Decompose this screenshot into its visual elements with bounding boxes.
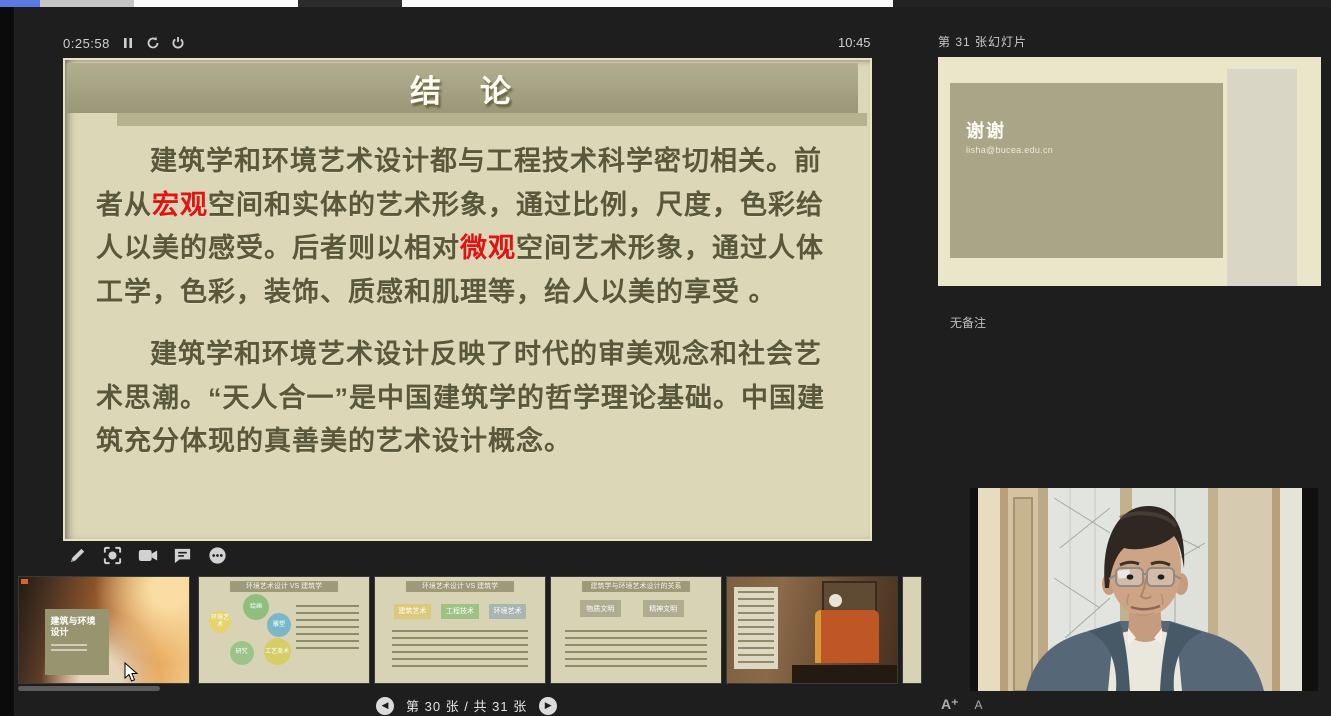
thumbnail-title: 环境艺术设计 VS 建筑学 bbox=[406, 581, 515, 592]
elapsed-timer: 0:25:58 bbox=[63, 36, 110, 51]
power-icon[interactable] bbox=[171, 36, 185, 50]
thumbnail-slide-cover[interactable]: 建筑与环境 设计 bbox=[18, 576, 190, 684]
browser-tab-strip-segment bbox=[893, 0, 1331, 7]
next-slide-preview[interactable]: 谢谢 lisha@bucea.edu.cn bbox=[938, 57, 1321, 286]
diagram-circle: 环境艺术 bbox=[209, 611, 231, 633]
concept-box: 环境艺术 bbox=[489, 604, 526, 620]
quote-text-box bbox=[734, 587, 778, 670]
concept-box: 精神文明 bbox=[643, 600, 684, 617]
notes-font-controls: A⁺ A bbox=[941, 696, 983, 713]
browser-tab-strip-segment bbox=[134, 0, 298, 7]
app-window: 0:25:58 10:45 结 论 建筑学和环境艺术设计都与工程技术科学密切相关… bbox=[0, 0, 1331, 716]
concept-box: 物质文明 bbox=[580, 600, 621, 617]
webcam-frame bbox=[970, 488, 1318, 691]
cover-title-line: 建筑与环境 bbox=[51, 616, 104, 627]
font-smaller-button[interactable]: A bbox=[975, 698, 983, 712]
diagram-circle: 雕塑 bbox=[267, 613, 291, 637]
font-larger-button[interactable]: A⁺ bbox=[941, 696, 959, 713]
browser-tab-strip-segment bbox=[0, 0, 40, 7]
camera-icon[interactable] bbox=[136, 544, 159, 567]
concept-box: 工程技术 bbox=[441, 604, 478, 620]
thumbnail-slide-partial[interactable] bbox=[902, 576, 922, 684]
slide-title: 结 论 bbox=[410, 66, 515, 111]
refresh-icon[interactable] bbox=[146, 36, 160, 50]
next-slide-panel-title: 第 31 张幻灯片 bbox=[938, 33, 1027, 50]
preview-heading: 谢谢 bbox=[966, 117, 1006, 143]
placeholder-text-lines bbox=[738, 591, 773, 664]
presenter-timer-bar: 0:25:58 bbox=[63, 34, 185, 52]
slide-paragraph-1: 建筑学和环境艺术设计都与工程技术科学密切相关。前者从宏观空间和实体的艺术形象，通… bbox=[96, 140, 841, 314]
preview-olive-block bbox=[950, 83, 1223, 258]
thumbnail-slide-three-boxes[interactable]: 环境艺术设计 VS 建筑学 建筑艺术 工程技术 环境艺术 bbox=[374, 576, 546, 684]
preview-right-strip bbox=[1227, 69, 1297, 286]
annotation-toolbar bbox=[66, 544, 229, 567]
browser-tab-strip-segment bbox=[402, 0, 893, 7]
browser-tab-strip bbox=[0, 0, 1331, 7]
concept-box: 建筑艺术 bbox=[394, 604, 431, 620]
slide-title-banner: 结 论 bbox=[67, 63, 858, 113]
browser-tab-strip-segment bbox=[298, 0, 402, 7]
photo-person-head bbox=[829, 594, 842, 607]
photo-desk bbox=[792, 665, 897, 683]
thumbnail-title: 建筑学与环境艺术设计的关系 bbox=[582, 581, 691, 592]
placeholder-text-lines bbox=[565, 630, 708, 668]
slide-body-text: 建筑学和环境艺术设计都与工程技术科学密切相关。前者从宏观空间和实体的艺术形象，通… bbox=[96, 140, 841, 464]
diagram-circle: 研究 bbox=[230, 641, 254, 665]
thumbnail-slide-photo[interactable] bbox=[726, 576, 898, 684]
laser-pointer-icon[interactable] bbox=[101, 544, 124, 567]
page-indicator: 第 30 张 / 共 31 张 bbox=[406, 696, 527, 715]
highlighted-term-micro: 微观 bbox=[460, 233, 516, 263]
presenter-webcam-video[interactable] bbox=[970, 488, 1318, 691]
thumbnail-badge bbox=[21, 579, 28, 584]
thumbnail-title: 环境艺术设计 VS 建筑学 bbox=[230, 581, 339, 592]
photo-person-robe bbox=[815, 610, 879, 663]
pen-icon[interactable] bbox=[66, 544, 89, 567]
pause-icon[interactable] bbox=[121, 36, 135, 50]
more-ellipsis-icon[interactable] bbox=[206, 544, 229, 567]
placeholder-text-lines bbox=[51, 644, 88, 652]
cover-title-line: 设计 bbox=[51, 627, 104, 638]
wall-clock-time: 10:45 bbox=[838, 35, 871, 50]
preview-email: lisha@bucea.edu.cn bbox=[966, 145, 1053, 155]
speaker-notes-empty-label: 无备注 bbox=[950, 314, 986, 331]
diagram-circle: 工艺美术 bbox=[264, 638, 291, 665]
diagram-circle: 绘画 bbox=[243, 594, 269, 620]
highlighted-term-macro: 宏观 bbox=[152, 190, 208, 220]
slide-paragraph-2: 建筑学和环境艺术设计反映了时代的审美观念和社会艺术思潮。“天人合一”是中国建筑学… bbox=[96, 333, 841, 464]
prev-glyph: ◀ bbox=[382, 700, 389, 711]
current-slide-canvas: 结 论 建筑学和环境艺术设计都与工程技术科学密切相关。前者从宏观空间和实体的艺术… bbox=[63, 58, 872, 541]
next-arrow-icon[interactable]: ▶ bbox=[539, 697, 557, 715]
thumbnail-slide-two-boxes[interactable]: 建筑学与环境艺术设计的关系 物质文明 精神文明 bbox=[550, 576, 722, 684]
placeholder-text-lines bbox=[392, 630, 528, 668]
slide-page-navigation: ◀ 第 30 张 / 共 31 张 ▶ bbox=[376, 695, 557, 716]
mouse-cursor bbox=[124, 662, 139, 683]
thumbnail-slide-diagram[interactable]: 环境艺术设计 VS 建筑学 绘画 雕塑 环境艺术 研究 工艺美术 bbox=[198, 576, 370, 684]
browser-tab-strip-segment bbox=[40, 0, 134, 7]
placeholder-text-lines bbox=[296, 605, 359, 654]
next-glyph: ▶ bbox=[545, 700, 552, 711]
cover-title-box: 建筑与环境 设计 bbox=[45, 609, 110, 675]
filmstrip-scrollbar[interactable] bbox=[18, 686, 160, 691]
comment-icon[interactable] bbox=[171, 544, 194, 567]
prev-arrow-icon[interactable]: ◀ bbox=[376, 697, 394, 715]
